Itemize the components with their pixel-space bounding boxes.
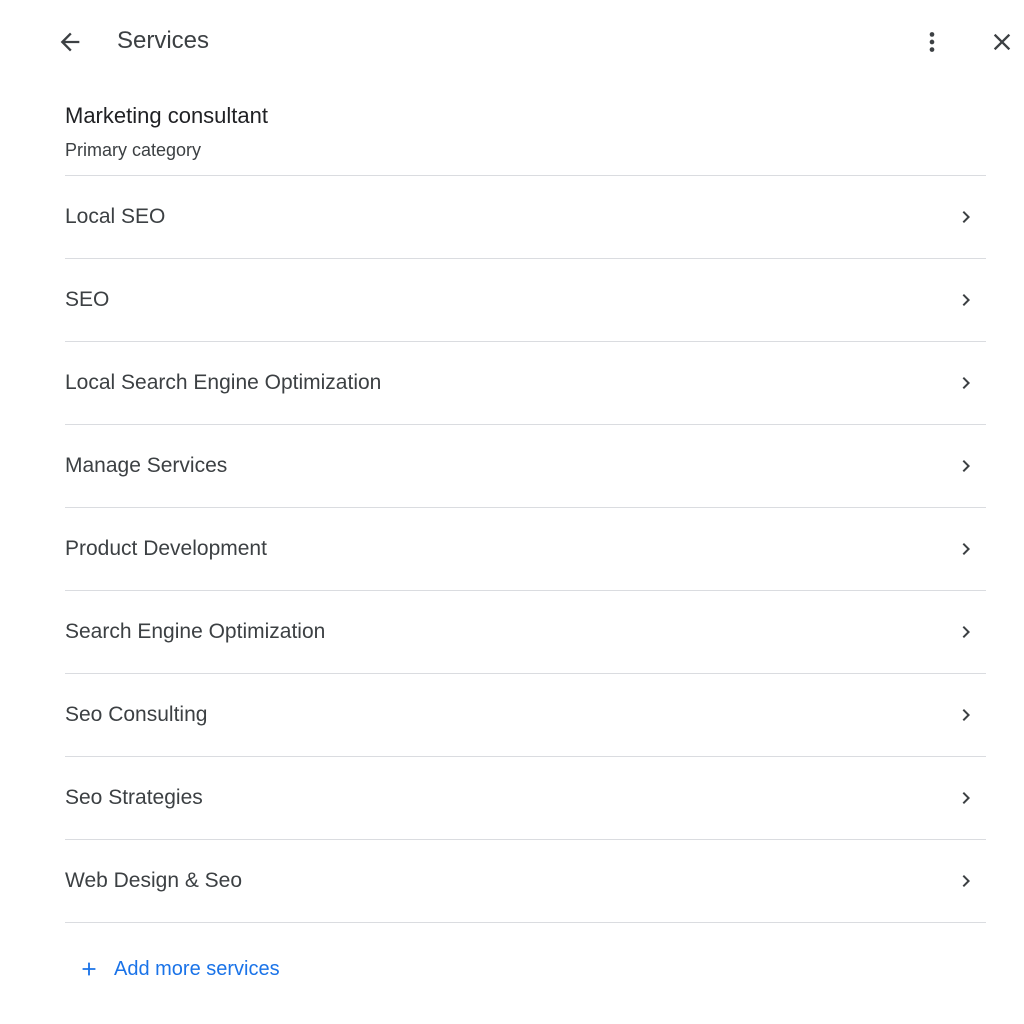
header: Services (0, 0, 1024, 82)
service-item-seo-consulting[interactable]: Seo Consulting (65, 674, 986, 757)
services-list: Local SEO SEO Local Search Engine Optimi… (65, 175, 986, 923)
category-subtitle: Primary category (65, 140, 202, 160)
chevron-right-icon (962, 626, 970, 638)
service-item-local-seo[interactable]: Local SEO (65, 176, 986, 259)
arrow-back-icon (60, 32, 80, 52)
service-item-manage-services[interactable]: Manage Services (65, 425, 986, 508)
service-label: Web Design & Seo (65, 869, 243, 892)
add-more-services-label: Add more services (114, 958, 280, 980)
chevron-right-icon (962, 460, 970, 472)
more-vert-icon (929, 32, 935, 52)
add-more-services-button[interactable]: Add more services (78, 954, 280, 984)
service-item-seo-strategies[interactable]: Seo Strategies (65, 757, 986, 840)
services-panel: Services Marketing consultant Primary ca… (0, 0, 1024, 1024)
service-label: Manage Services (65, 454, 228, 477)
chevron-right-icon (962, 294, 970, 306)
chevron-right-icon (962, 875, 970, 887)
service-label: Seo Strategies (65, 786, 203, 809)
service-label: Search Engine Optimization (65, 620, 326, 643)
service-item-search-engine-optimization[interactable]: Search Engine Optimization (65, 591, 986, 674)
service-label: Local Search Engine Optimization (65, 371, 382, 394)
service-label: Product Development (65, 537, 267, 560)
service-item-seo[interactable]: SEO (65, 259, 986, 342)
service-item-local-search-engine-optimization[interactable]: Local Search Engine Optimization (65, 342, 986, 425)
back-button[interactable] (50, 22, 90, 62)
chevron-right-icon (962, 709, 970, 721)
category-name: Marketing consultant (65, 103, 268, 128)
page-title: Services (117, 27, 210, 54)
chevron-right-icon (962, 543, 970, 555)
service-item-web-design-and-seo[interactable]: Web Design & Seo (65, 840, 986, 923)
more-options-button[interactable] (912, 22, 952, 62)
service-label: Seo Consulting (65, 703, 208, 726)
service-item-product-development[interactable]: Product Development (65, 508, 986, 591)
service-label: SEO (65, 288, 110, 311)
chevron-right-icon (962, 377, 970, 389)
chevron-right-icon (962, 792, 970, 804)
plus-icon (82, 962, 96, 976)
close-icon (993, 33, 1011, 51)
service-label: Local SEO (65, 205, 166, 228)
chevron-right-icon (962, 211, 970, 223)
close-button[interactable] (982, 22, 1022, 62)
primary-category: Marketing consultant Primary category (65, 100, 986, 165)
